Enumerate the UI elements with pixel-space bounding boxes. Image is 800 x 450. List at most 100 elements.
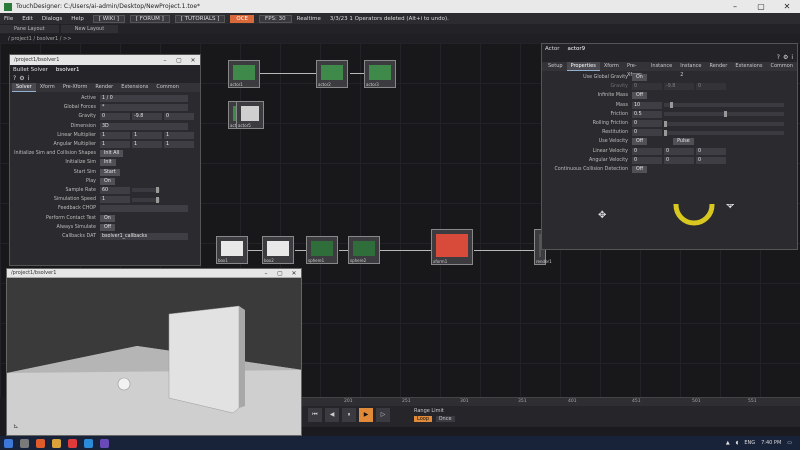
- op-name-field[interactable]: bsolver1: [56, 67, 80, 73]
- linear-mult-y-field[interactable]: 1: [132, 131, 162, 139]
- infinite-mass-toggle[interactable]: Off: [632, 92, 648, 100]
- minimize-icon[interactable]: –: [158, 57, 172, 64]
- network-path[interactable]: / project1 / bsolver1 / >>: [0, 34, 800, 43]
- tab-render[interactable]: Render: [706, 62, 732, 71]
- start-icon[interactable]: [4, 438, 13, 448]
- volume-icon[interactable]: ◖: [736, 440, 739, 446]
- tab-new-layout[interactable]: New Layout: [60, 25, 119, 33]
- network-node[interactable]: sphere1: [306, 236, 338, 264]
- network-node[interactable]: box2: [262, 236, 294, 264]
- tab-pre-xform[interactable]: Pre-Xform: [59, 83, 92, 92]
- tab-xform[interactable]: Xform: [36, 83, 59, 92]
- pulse-button[interactable]: Pulse: [673, 138, 694, 146]
- tab-common[interactable]: Common: [766, 62, 797, 71]
- maximize-icon[interactable]: ▢: [172, 57, 186, 64]
- use-velocity-toggle[interactable]: Off: [632, 138, 648, 146]
- tab-common[interactable]: Common: [152, 83, 183, 92]
- maximize-icon[interactable]: ▢: [748, 2, 774, 11]
- feedback-chop-field[interactable]: [100, 205, 188, 213]
- angular-velocity-x-field[interactable]: 0: [632, 156, 662, 164]
- linear-velocity-z-field[interactable]: 0: [696, 147, 726, 155]
- restitution-field[interactable]: 0: [632, 129, 662, 137]
- dimension-menu[interactable]: 3D: [100, 122, 188, 130]
- network-node[interactable]: actor2: [316, 60, 348, 88]
- network-icon[interactable]: ▲: [726, 440, 730, 446]
- explorer-icon[interactable]: [52, 438, 61, 448]
- angular-velocity-y-field[interactable]: 0: [664, 156, 694, 164]
- minimize-icon[interactable]: –: [722, 2, 748, 11]
- info-icon[interactable]: i: [28, 75, 30, 82]
- network-node[interactable]: actor5: [236, 101, 264, 129]
- linear-velocity-x-field[interactable]: 0: [632, 147, 662, 155]
- search-icon[interactable]: [20, 438, 29, 448]
- tab-setup[interactable]: Setup: [544, 62, 567, 71]
- gravity-x-field[interactable]: 0: [100, 113, 130, 121]
- loop-button[interactable]: Loop: [414, 416, 432, 422]
- close-icon[interactable]: ✕: [287, 270, 301, 277]
- tab-pre-xform[interactable]: Pre-Xform: [623, 62, 647, 78]
- linear-mult-z-field[interactable]: 1: [164, 131, 194, 139]
- minimize-icon[interactable]: –: [259, 270, 273, 277]
- start-button[interactable]: Start: [100, 168, 120, 176]
- maximize-icon[interactable]: ▢: [273, 270, 287, 277]
- tab-instance[interactable]: Instance: [647, 62, 676, 71]
- menu-edit[interactable]: Edit: [22, 16, 33, 22]
- friction-slider[interactable]: [664, 111, 784, 118]
- help-icon[interactable]: ?: [13, 75, 16, 82]
- sample-rate-slider[interactable]: [132, 187, 160, 194]
- realtime-toggle[interactable]: Realtime: [297, 16, 321, 22]
- use-global-gravity-toggle[interactable]: On: [632, 74, 647, 82]
- timeline[interactable]: 201 251 301 351 401 451 501 551 ⏮ ◀ ⏸ ▶ …: [302, 397, 800, 427]
- gravity-x-field[interactable]: 0: [632, 83, 662, 91]
- linear-mult-x-field[interactable]: 1: [100, 131, 130, 139]
- network-node[interactable]: actor1: [228, 60, 260, 88]
- timeline-ruler[interactable]: 201 251 301 351 401 451 501 551: [302, 398, 800, 406]
- 3d-viewport[interactable]: ⊾: [7, 278, 301, 435]
- pause-button[interactable]: ⏸: [342, 408, 356, 422]
- tab-render[interactable]: Render: [91, 83, 117, 92]
- python-icon[interactable]: ⚙: [19, 75, 24, 82]
- app-icon[interactable]: [68, 438, 77, 448]
- menu-dialogs[interactable]: Dialogs: [42, 16, 62, 22]
- network-node[interactable]: sphere2: [348, 236, 380, 264]
- tab-extensions[interactable]: Extensions: [731, 62, 766, 71]
- tab-instance-2[interactable]: Instance 2: [676, 62, 705, 78]
- once-button[interactable]: Once: [435, 416, 455, 422]
- step-forward-button[interactable]: ▷: [376, 408, 390, 422]
- callbacks-dat-field[interactable]: bsolver1_callbacks: [100, 232, 188, 240]
- always-simulate-toggle[interactable]: Off: [100, 223, 116, 231]
- app-icon[interactable]: [84, 438, 93, 448]
- tab-xform[interactable]: Xform: [600, 62, 623, 71]
- python-icon[interactable]: ⚙: [783, 54, 788, 61]
- play-button[interactable]: ▶: [359, 408, 373, 422]
- clock[interactable]: 7:40 PM: [761, 440, 781, 446]
- contact-test-toggle[interactable]: On: [100, 214, 115, 222]
- gravity-y-field[interactable]: -9.8: [664, 83, 694, 91]
- tab-extensions[interactable]: Extensions: [117, 83, 152, 92]
- rolling-friction-field[interactable]: 0: [632, 120, 662, 128]
- gravity-z-field[interactable]: 0: [696, 83, 726, 91]
- tutorials-button[interactable]: [ TUTORIALS ]: [174, 14, 226, 23]
- help-icon[interactable]: ?: [777, 54, 780, 61]
- wiki-button[interactable]: [ WIKI ]: [92, 14, 125, 23]
- init-button[interactable]: Init: [100, 159, 116, 167]
- close-icon[interactable]: ✕: [186, 57, 200, 64]
- ccd-toggle[interactable]: Off: [632, 165, 648, 173]
- active-field[interactable]: 1 / 0: [100, 95, 188, 103]
- init-all-button[interactable]: Init All: [100, 150, 124, 158]
- sample-rate-field[interactable]: 60: [100, 186, 130, 194]
- play-toggle[interactable]: On: [100, 177, 115, 185]
- mass-slider[interactable]: [664, 102, 784, 109]
- menu-file[interactable]: File: [4, 16, 13, 22]
- op-name-field[interactable]: actor9: [567, 46, 585, 52]
- step-back-button[interactable]: ◀: [325, 408, 339, 422]
- viewer-window[interactable]: /project1/bsolver1 – ▢ ✕ ⊾: [6, 268, 302, 436]
- oce-badge[interactable]: OCE: [230, 14, 255, 23]
- forum-button[interactable]: [ FORUM ]: [129, 14, 170, 23]
- sim-speed-field[interactable]: 1: [100, 196, 130, 204]
- network-node[interactable]: actor3: [364, 60, 396, 88]
- close-icon[interactable]: ✕: [774, 2, 800, 11]
- rolling-friction-slider[interactable]: [664, 120, 784, 127]
- menu-help[interactable]: Help: [71, 16, 84, 22]
- tab-properties[interactable]: Properties: [566, 62, 600, 71]
